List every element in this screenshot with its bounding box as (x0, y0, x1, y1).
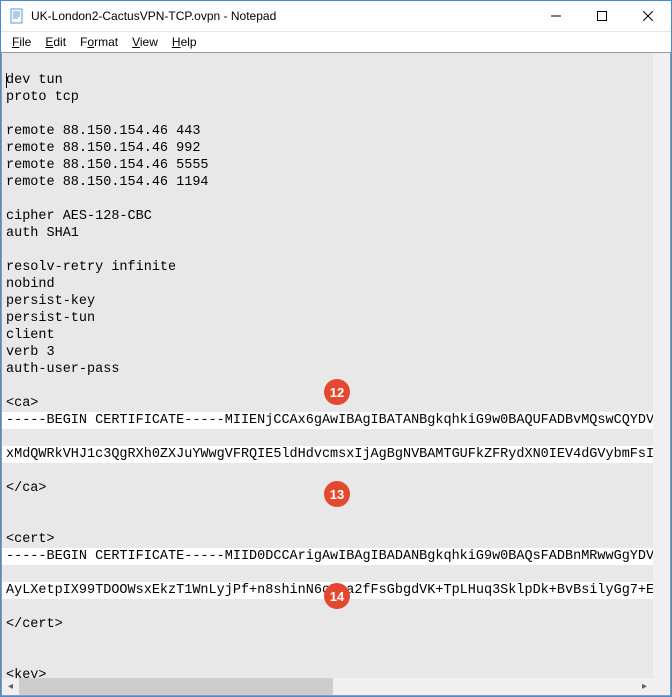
text-line: remote 88.150.154.46 1194 (6, 175, 209, 190)
text-line: <cert> (6, 532, 55, 547)
text-line: <ca> (6, 396, 38, 411)
notepad-icon (9, 8, 25, 24)
scroll-track[interactable] (19, 678, 636, 695)
text-line: <key> (6, 668, 47, 678)
text-line: persist-key (6, 294, 95, 309)
text-line: remote 88.150.154.46 5555 (6, 158, 209, 173)
menu-edit-label: dit (53, 35, 66, 49)
title-bar: UK-London2-CactusVPN-TCP.ovpn - Notepad (1, 1, 671, 32)
menu-file-label: ile (19, 35, 31, 49)
menu-view-label: iew (140, 35, 158, 49)
text-line-highlighted: -----BEGIN CERTIFICATE-----MIID0DCCArigA… (2, 548, 653, 565)
vertical-scrollbar[interactable] (653, 53, 670, 678)
text-line: remote 88.150.154.46 992 (6, 141, 200, 156)
text-line: nobind (6, 277, 55, 292)
text-line: verb 3 (6, 345, 55, 360)
close-button[interactable] (625, 1, 671, 31)
menu-help-label: elp (181, 35, 197, 49)
menu-format-label: rmat (94, 35, 118, 49)
scrollbar-corner (653, 678, 670, 695)
annotation-badge-13: 13 (324, 481, 350, 507)
minimize-button[interactable] (533, 1, 579, 31)
text-editor[interactable]: dev tun proto tcp remote 88.150.154.46 4… (2, 53, 653, 678)
text-line: proto tcp (6, 90, 79, 105)
scroll-left-icon[interactable]: ◂ (2, 678, 19, 695)
menu-bar: File Edit Format View Help (1, 32, 671, 52)
text-line-highlighted: xMdQWRkVHJ1c3QgRXh0ZXJuYWwgVFRQIE5ldHdvc… (2, 446, 653, 463)
text-line: </cert> (6, 617, 63, 632)
text-line: </ca> (6, 481, 47, 496)
maximize-button[interactable] (579, 1, 625, 31)
menu-edit[interactable]: Edit (38, 34, 73, 50)
text-line: client (6, 328, 55, 343)
scroll-right-icon[interactable]: ▸ (636, 678, 653, 695)
annotation-badge-12: 12 (324, 379, 350, 405)
scroll-thumb[interactable] (19, 678, 333, 695)
text-line: cipher AES-128-CBC (6, 209, 152, 224)
text-line: dev tun (6, 73, 63, 88)
text-line: auth-user-pass (6, 362, 119, 377)
window-title: UK-London2-CactusVPN-TCP.ovpn - Notepad (31, 9, 533, 23)
menu-file[interactable]: File (5, 34, 38, 50)
menu-view[interactable]: View (125, 34, 165, 50)
text-line: resolv-retry infinite (6, 260, 176, 275)
menu-help[interactable]: Help (165, 34, 204, 50)
annotation-badge-14: 14 (324, 583, 350, 609)
window-controls (533, 1, 671, 31)
text-line: auth SHA1 (6, 226, 79, 241)
editor-container: dev tun proto tcp remote 88.150.154.46 4… (1, 52, 671, 696)
menu-format[interactable]: Format (73, 34, 125, 50)
text-line: remote 88.150.154.46 443 (6, 124, 200, 139)
text-line-highlighted: -----BEGIN CERTIFICATE-----MIIENjCCAx6gA… (2, 412, 653, 429)
horizontal-scrollbar[interactable]: ◂ ▸ (2, 678, 653, 695)
text-line: persist-tun (6, 311, 95, 326)
